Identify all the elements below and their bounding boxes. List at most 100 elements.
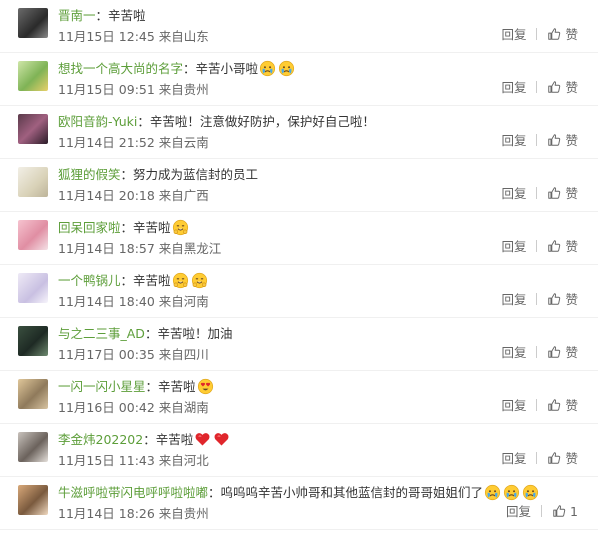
avatar[interactable] bbox=[18, 220, 48, 250]
thumbs-up-icon bbox=[547, 398, 561, 412]
like-button[interactable]: 赞 bbox=[547, 27, 578, 42]
like-button[interactable]: 赞 bbox=[547, 345, 578, 360]
like-button[interactable]: 1 bbox=[552, 504, 578, 519]
colon-separator: ： bbox=[183, 61, 196, 76]
reply-button[interactable]: 回复 bbox=[501, 27, 526, 42]
action-divider bbox=[536, 293, 538, 305]
red-heart-icon bbox=[194, 431, 211, 448]
like-label: 赞 bbox=[565, 239, 578, 254]
thumbs-up-icon bbox=[547, 239, 561, 253]
comment-line: 狐狸的假笑：努力成为蓝信封的员工 bbox=[58, 166, 558, 183]
comment-row: 想找一个高大尚的名字：辛苦小哥啦 11月15日 09:51 来自贵州 回复 赞 bbox=[0, 53, 598, 106]
like-button[interactable]: 赞 bbox=[547, 398, 578, 413]
comment-row: 与之二三事_AD：辛苦啦！加油 11月17日 00:35 来自四川 回复赞 bbox=[0, 318, 598, 371]
username-link[interactable]: 晋南一 bbox=[58, 8, 96, 23]
comment-text: 辛苦啦 bbox=[155, 432, 194, 447]
hug-face-icon bbox=[191, 272, 208, 289]
comment-time: 11月14日 20:18 bbox=[58, 188, 155, 203]
comment-meta: 11月14日 21:52 来自云南 bbox=[58, 134, 209, 151]
avatar[interactable] bbox=[18, 432, 48, 462]
reply-button[interactable]: 回复 bbox=[501, 451, 526, 466]
like-button[interactable]: 赞 bbox=[547, 292, 578, 307]
like-button[interactable]: 赞 bbox=[547, 133, 578, 148]
username-link[interactable]: 狐狸的假笑 bbox=[58, 167, 121, 182]
comment-location: 来自四川 bbox=[158, 347, 209, 362]
hug-face-icon bbox=[172, 272, 189, 289]
crying-face-icon bbox=[278, 60, 295, 77]
username-link[interactable]: 一个鸭锅儿 bbox=[58, 273, 121, 288]
avatar[interactable] bbox=[18, 326, 48, 356]
username-link[interactable]: 与之二三事_AD bbox=[58, 326, 145, 341]
comment-meta: 11月14日 18:57 来自黑龙江 bbox=[58, 240, 221, 257]
avatar[interactable] bbox=[18, 485, 48, 515]
avatar[interactable] bbox=[18, 273, 48, 303]
like-button[interactable]: 赞 bbox=[547, 80, 578, 95]
colon-separator: ： bbox=[120, 167, 134, 182]
avatar[interactable] bbox=[18, 114, 48, 144]
like-button[interactable]: 赞 bbox=[547, 451, 578, 466]
comment-location: 来自山东 bbox=[158, 29, 209, 44]
avatar[interactable] bbox=[18, 167, 48, 197]
comment-actions: 回复 赞 bbox=[501, 344, 578, 361]
action-divider bbox=[536, 81, 538, 93]
username-link[interactable]: 回呆回家啦 bbox=[58, 220, 121, 235]
action-divider bbox=[536, 187, 538, 199]
thumbs-up-icon bbox=[547, 292, 561, 306]
username-link[interactable]: 欧阳音韵-Yuki bbox=[58, 114, 137, 129]
comment-text: 辛苦啦 bbox=[158, 379, 196, 394]
avatar[interactable] bbox=[18, 8, 48, 38]
comment-row: 牛滋呼啦带闪电呼呼啦啦嘟：呜呜呜辛苦小帅哥和其他蓝信封的哥哥姐姐们了 11月14日… bbox=[0, 477, 598, 530]
comment-row: 欧阳音韵-Yuki：辛苦啦！注意做好防护，保护好自己啦！ 11月14日 21:52… bbox=[0, 106, 598, 159]
row-divider bbox=[0, 529, 598, 530]
comment-meta: 11月14日 18:40 来自河南 bbox=[58, 293, 209, 310]
colon-separator: ： bbox=[145, 379, 159, 394]
reply-button[interactable]: 回复 bbox=[506, 504, 531, 519]
comment-text: 辛苦啦 bbox=[108, 8, 146, 23]
comment-location: 来自湖南 bbox=[158, 400, 209, 415]
colon-separator: ： bbox=[120, 273, 134, 288]
reply-button[interactable]: 回复 bbox=[501, 292, 526, 307]
like-button[interactable]: 赞 bbox=[547, 186, 578, 201]
comment-meta: 11月17日 00:35 来自四川 bbox=[58, 346, 209, 363]
action-divider bbox=[536, 134, 538, 146]
colon-separator: ： bbox=[120, 220, 134, 235]
comment-time: 11月14日 18:40 bbox=[58, 294, 155, 309]
reply-button[interactable]: 回复 bbox=[501, 345, 526, 360]
avatar[interactable] bbox=[18, 379, 48, 409]
action-divider bbox=[536, 346, 538, 358]
reply-button[interactable]: 回复 bbox=[501, 133, 526, 148]
username-link[interactable]: 李金炜202202 bbox=[58, 432, 143, 447]
colon-separator: ： bbox=[95, 8, 109, 23]
crying-face-icon bbox=[522, 484, 539, 501]
reply-button[interactable]: 回复 bbox=[501, 239, 526, 254]
comment-text: 辛苦啦 bbox=[133, 220, 171, 235]
username-link[interactable]: 一闪一闪小星星 bbox=[58, 379, 146, 394]
comment-line: 李金炜202202：辛苦啦 bbox=[58, 431, 558, 448]
reply-button[interactable]: 回复 bbox=[501, 398, 526, 413]
username-link[interactable]: 想找一个高大尚的名字 bbox=[58, 61, 183, 76]
comment-actions: 回复 赞 bbox=[501, 185, 578, 202]
comment-actions: 回复 赞 bbox=[501, 397, 578, 414]
like-button[interactable]: 赞 bbox=[547, 239, 578, 254]
action-divider bbox=[536, 28, 538, 40]
comment-row: 狐狸的假笑：努力成为蓝信封的员工 11月14日 20:18 来自广西 回复 赞 bbox=[0, 159, 598, 212]
action-divider bbox=[536, 240, 538, 252]
reply-button[interactable]: 回复 bbox=[501, 186, 526, 201]
comment-location: 来自黑龙江 bbox=[158, 241, 222, 256]
red-heart-icon bbox=[213, 431, 230, 448]
comment-actions: 回复 赞 bbox=[501, 238, 578, 255]
comment-time: 11月14日 21:52 bbox=[58, 135, 155, 150]
avatar[interactable] bbox=[18, 61, 48, 91]
comment-line: 晋南一：辛苦啦 bbox=[58, 7, 558, 24]
thumbs-up-icon bbox=[547, 80, 561, 94]
comment-location: 来自贵州 bbox=[158, 506, 209, 521]
username-link[interactable]: 牛滋呼啦带闪电呼呼啦啦嘟 bbox=[58, 485, 208, 500]
like-label: 赞 bbox=[565, 186, 578, 201]
comment-time: 11月16日 00:42 bbox=[58, 400, 155, 415]
action-divider bbox=[541, 505, 543, 517]
colon-separator: ： bbox=[208, 485, 221, 500]
thumbs-up-icon bbox=[547, 345, 561, 359]
like-label: 赞 bbox=[565, 292, 578, 307]
reply-button[interactable]: 回复 bbox=[501, 80, 526, 95]
comment-time: 11月14日 18:57 bbox=[58, 241, 155, 256]
